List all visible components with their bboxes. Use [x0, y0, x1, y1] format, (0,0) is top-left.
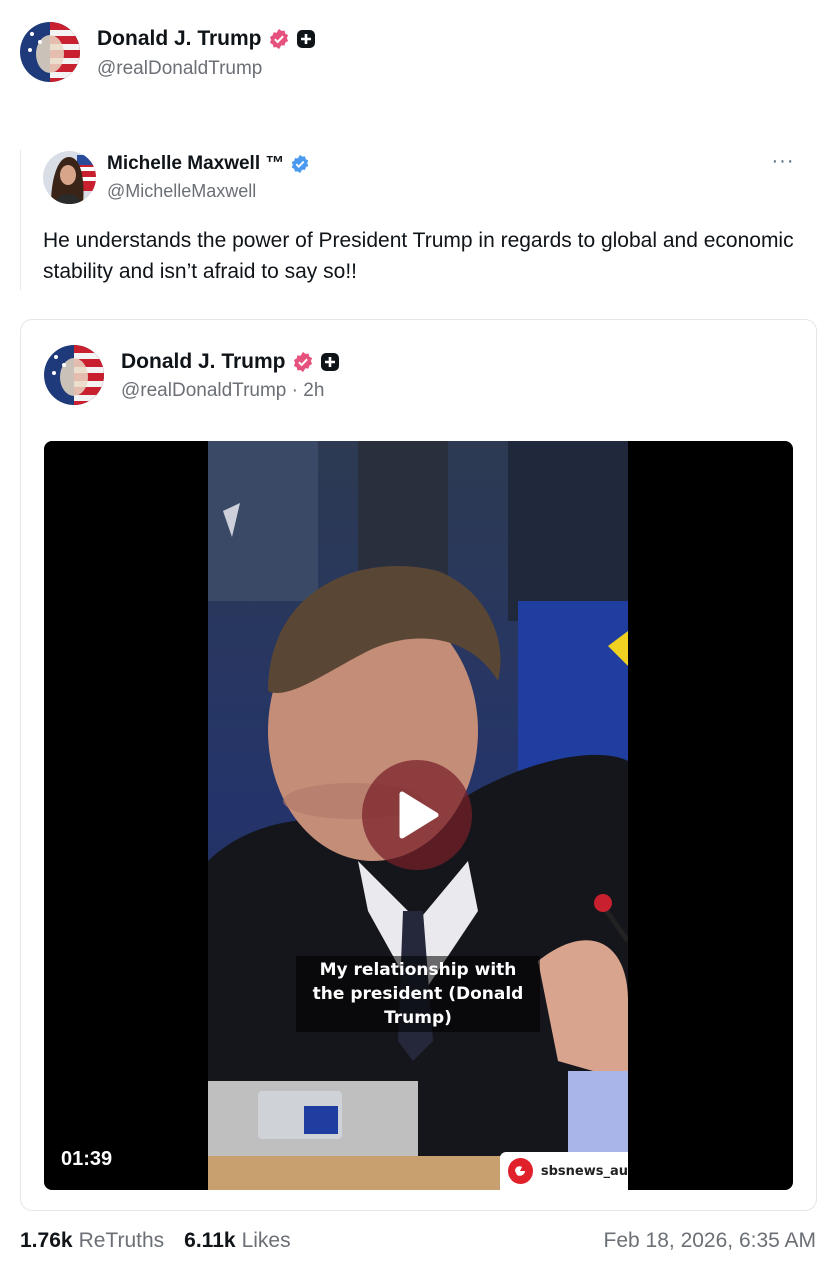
post-stats: 1.76k ReTruths 6.11k Likes [20, 1229, 305, 1253]
verified-badge-icon [268, 28, 290, 50]
quoted-author-avatar[interactable] [43, 151, 96, 204]
embedded-author-handle-time[interactable]: @realDonaldTrump · 2h [121, 380, 324, 402]
author-handle[interactable]: @realDonaldTrump [97, 58, 262, 80]
likes-count[interactable]: 6.11k [184, 1229, 235, 1253]
author-name[interactable]: Donald J. Trump [97, 26, 316, 52]
embedded-author-name-text[interactable]: Donald J. Trump [121, 350, 286, 374]
quoted-author-handle[interactable]: @MichelleMaxwell [107, 181, 256, 202]
author-name-text[interactable]: Donald J. Trump [97, 27, 262, 51]
video-duration: 01:39 [61, 1148, 113, 1170]
verified-badge-icon [290, 154, 310, 174]
sbs-watermark-text: sbsnews_au [540, 1163, 628, 1179]
play-button[interactable] [362, 760, 472, 870]
quote-divider [20, 150, 21, 290]
play-icon [399, 791, 439, 839]
sbs-logo-icon [508, 1158, 533, 1184]
quoted-author-name-text[interactable]: Michelle Maxwell ™ [107, 153, 284, 175]
post-timestamp[interactable]: Feb 18, 2026, 6:35 AM [604, 1229, 816, 1253]
plus-badge-icon [320, 352, 340, 372]
retruths-count[interactable]: 1.76k [20, 1229, 73, 1253]
sbs-watermark: sbsnews_au [500, 1152, 628, 1190]
more-options-button[interactable]: ··· [766, 150, 800, 178]
retruths-label[interactable]: ReTruths [79, 1229, 165, 1253]
plus-badge-icon [296, 29, 316, 49]
quoted-post-text: He understands the power of President Tr… [43, 229, 794, 283]
embedded-author-name[interactable]: Donald J. Trump [121, 349, 340, 375]
author-avatar[interactable] [20, 22, 80, 82]
verified-badge-icon [292, 351, 314, 373]
likes-label[interactable]: Likes [242, 1229, 291, 1253]
embedded-author-avatar[interactable] [44, 345, 104, 405]
ellipsis-icon: ··· [771, 150, 795, 172]
video-player[interactable]: My relationship with the president (Dona… [44, 441, 793, 1190]
video-caption: My relationship with the president (Dona… [296, 956, 540, 1032]
quoted-author-name[interactable]: Michelle Maxwell ™ [107, 152, 310, 176]
